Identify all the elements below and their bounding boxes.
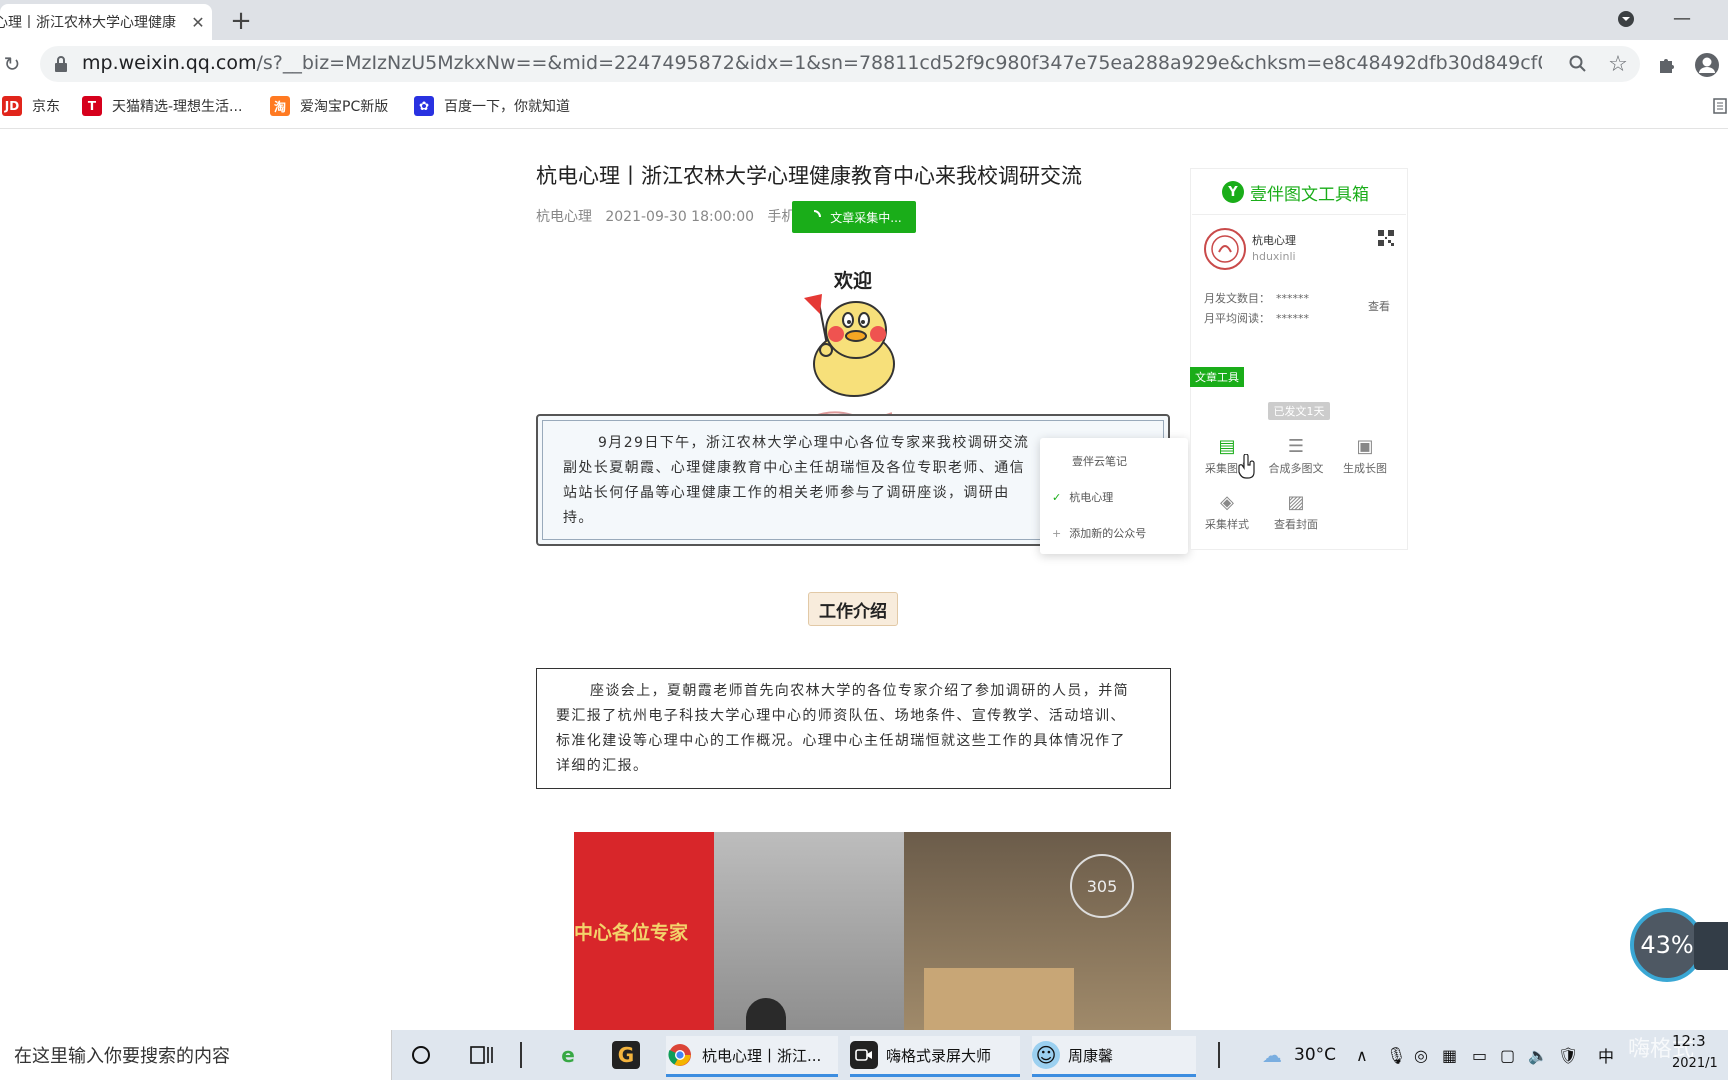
room-number: 305 xyxy=(1070,854,1134,918)
taskbar-separator-2 xyxy=(1218,1042,1220,1068)
section-title: 工作介绍 xyxy=(808,592,898,626)
baidu-icon: ✿ xyxy=(414,96,434,116)
article-meta: 杭电心理 2021-09-30 18:00:00 手机阅 xyxy=(536,206,809,226)
layers-icon: ◈ xyxy=(1220,492,1234,513)
tab-title: 心理丨浙江农林大学心理健康 xyxy=(0,15,176,31)
list-add-icon: ☰ xyxy=(1287,436,1305,457)
body-line-2: 要汇报了杭州电子科技大学心理中心的师资队伍、场地条件、宣传教学、活动培训、 xyxy=(556,708,1126,724)
cortana-icon[interactable] xyxy=(410,1036,432,1074)
intro-line-4: 持。 xyxy=(563,510,594,526)
save-image-icon: ▣ xyxy=(1356,436,1374,457)
clock-date[interactable]: 2021/1 xyxy=(1672,1056,1718,1071)
bookmark-baidu[interactable]: ✿ 百度一下，你就知道 xyxy=(414,94,570,118)
duck-mascot-image xyxy=(796,290,906,402)
body-line-1: 座谈会上，夏朝霞老师首先向农林大学的各位专家介绍了参加调研的人员，并简 xyxy=(590,683,1129,699)
url-text[interactable]: mp.weixin.qq.com/s?__biz=MzIzNzU5MzkxNw=… xyxy=(82,52,1542,74)
body-line-3: 标准化建设等心理中心的工作概况。心理中心主任胡瑞恒就这些工作的具体情况作了 xyxy=(556,733,1126,749)
panel-divider xyxy=(1192,214,1406,215)
taskbar-separator xyxy=(520,1042,522,1068)
check-icon: ✓ xyxy=(1052,490,1062,504)
published-badge: 已发文1天 xyxy=(1268,402,1330,420)
account-id: hduxinli xyxy=(1252,250,1296,263)
zoom-icon[interactable] xyxy=(1566,52,1590,76)
view-stats-link[interactable]: 查看 xyxy=(1368,298,1390,314)
intro-line-3: 站站长何仔晶等心理健康工作的相关老师参与了调研座谈，调研由 xyxy=(563,485,1010,501)
tray-network-icon[interactable]: ▢ xyxy=(1500,1036,1515,1074)
tool-collect-style[interactable]: ◈ 采集样式 xyxy=(1192,490,1262,532)
loading-spinner-icon xyxy=(814,210,822,218)
image-icon: ▨ xyxy=(1287,492,1305,513)
task-view-icon[interactable] xyxy=(470,1036,494,1074)
stat-monthly-reads: 月平均阅读： ****** xyxy=(1204,312,1309,325)
recorder-icon xyxy=(850,1041,878,1069)
tab-close-icon[interactable]: ✕ xyxy=(184,13,212,32)
account-name: 杭电心理 xyxy=(1252,234,1296,247)
tool-view-cover[interactable]: ▨ 查看封面 xyxy=(1261,490,1331,532)
gray-wall xyxy=(714,832,904,1030)
jd-icon: JD xyxy=(2,96,22,116)
desk xyxy=(924,968,1074,1030)
taskbar-user-window[interactable]: ☺ 周康馨 xyxy=(1032,1036,1196,1077)
profile-dropdown-icon[interactable] xyxy=(1612,10,1640,36)
intro-line-2: 副处长夏朝霞、心理健康教育中心主任胡瑞恒及各位专职老师、通信 xyxy=(563,460,1025,476)
collect-status-toast: 文章采集中... xyxy=(792,201,916,233)
grammarly-app-icon[interactable]: G xyxy=(612,1036,648,1074)
tmall-icon: T xyxy=(82,96,102,116)
bookmark-aitaobao[interactable]: 淘 爱淘宝PC新版 xyxy=(270,94,388,118)
mouse-cursor-hand-icon xyxy=(1238,453,1258,484)
popup-item-cloud-note[interactable]: 壹伴云笔记 xyxy=(1040,444,1188,478)
reading-list-icon[interactable] xyxy=(1712,96,1728,116)
taskbar-chrome-window[interactable]: 杭电心理丨浙江... xyxy=(666,1036,838,1077)
extensions-puzzle-icon[interactable] xyxy=(1654,52,1680,78)
tab-strip xyxy=(0,0,1728,40)
yiban-logo-icon: Y xyxy=(1222,181,1244,203)
tool-long-image[interactable]: ▣ 生成长图 xyxy=(1330,434,1400,476)
banner-text: 中心各位专家 xyxy=(574,922,689,944)
edge-app-icon[interactable]: e xyxy=(554,1036,590,1074)
chrome-icon xyxy=(666,1041,694,1069)
account-popup-menu: 壹伴云笔记 ✓ 杭电心理 + 添加新的公众号 xyxy=(1040,438,1188,554)
minimize-window-icon[interactable]: — xyxy=(1668,8,1696,34)
panel-title: Y 壹伴图文工具箱 xyxy=(1222,178,1392,206)
person-head xyxy=(746,998,786,1030)
article-tools-tag: 文章工具 xyxy=(1190,367,1244,387)
article-title: 杭电心理丨浙江农林大学心理健康教育中心来我校调研交流 xyxy=(536,164,1082,188)
recorder-side-stats xyxy=(1694,922,1728,970)
bookmark-tmall[interactable]: T 天猫精选-理想生活... xyxy=(82,94,242,118)
aitaobao-icon: 淘 xyxy=(270,96,290,116)
stat-monthly-posts: 月发文数目： ****** xyxy=(1204,292,1309,305)
tray-app-icon[interactable]: ▦ xyxy=(1442,1036,1457,1074)
new-tab-button[interactable]: + xyxy=(226,6,256,36)
cloud-icon: ☁ xyxy=(1262,1043,1282,1067)
bookmarks-bar xyxy=(0,84,1728,129)
tab-active[interactable]: 心理丨浙江农林大学心理健康 ✕ xyxy=(0,4,212,40)
tray-battery-icon[interactable]: ▭ xyxy=(1472,1036,1487,1074)
taskbar-recorder-window[interactable]: 嗨格式录屏大师 xyxy=(850,1036,1020,1077)
welcome-text: 欢迎 xyxy=(834,270,873,292)
clock-time[interactable]: 12:3 xyxy=(1672,1032,1706,1050)
reload-icon[interactable]: ↻ xyxy=(0,50,24,78)
tool-merge-articles[interactable]: ☰ 合成多图文 xyxy=(1261,434,1331,476)
bookmark-star-icon[interactable]: ☆ xyxy=(1604,50,1632,78)
tray-grammarly-icon[interactable]: ◎ xyxy=(1414,1036,1428,1074)
recorder-progress-ring[interactable]: 43% xyxy=(1630,908,1704,982)
body-line-4: 详细的汇报。 xyxy=(556,758,649,774)
article-author[interactable]: 杭电心理 xyxy=(536,209,592,225)
bookmark-jd[interactable]: JD 京东 xyxy=(2,94,60,118)
tray-mic-icon[interactable]: 🎙 xyxy=(1386,1036,1406,1074)
plus-icon: + xyxy=(1052,526,1062,540)
article-photo: 中心各位专家 305 xyxy=(574,832,1171,1030)
popup-item-account[interactable]: ✓ 杭电心理 xyxy=(1040,480,1188,514)
profile-avatar-icon[interactable] xyxy=(1692,50,1722,80)
qrcode-icon[interactable] xyxy=(1378,230,1394,246)
user-avatar-icon: ☺ xyxy=(1032,1041,1060,1069)
account-avatar[interactable] xyxy=(1204,228,1246,270)
article-date: 2021-09-30 18:00:00 xyxy=(605,209,755,225)
weather-widget[interactable]: ☁ 30°C xyxy=(1258,1036,1336,1074)
tray-chevron-up-icon[interactable]: ∧ xyxy=(1356,1036,1368,1074)
intro-line-1: 9月29日下午，浙江农林大学心理中心各位专家来我校调研交流 xyxy=(598,435,1030,451)
lock-icon[interactable] xyxy=(52,55,70,73)
taskbar-search-input[interactable]: 在这里输入你要搜索的内容 xyxy=(0,1030,392,1080)
popup-item-add-account[interactable]: + 添加新的公众号 xyxy=(1040,516,1188,550)
